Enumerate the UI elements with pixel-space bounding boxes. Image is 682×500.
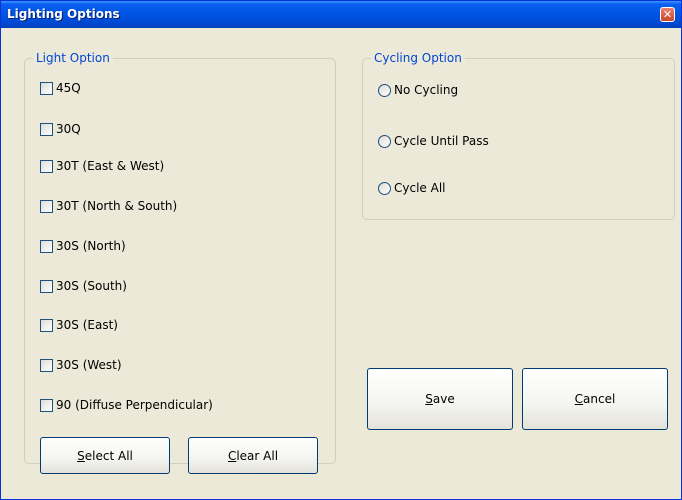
checkbox-30s-west[interactable]: 30S (West) — [40, 356, 122, 374]
checkbox-30s-north[interactable]: 30S (North) — [40, 237, 126, 255]
radio-button[interactable] — [378, 134, 391, 148]
checkbox-box[interactable] — [40, 358, 53, 372]
light-option-group: Light Option 45Q 30Q 30T (East & West) 3… — [24, 51, 336, 474]
checkbox-label: 30S (West) — [56, 358, 122, 372]
cycling-option-group: Cycling Option No Cycling Cycle Until Pa… — [362, 51, 675, 220]
checkbox-box[interactable] — [40, 279, 53, 293]
checkbox-30s-east[interactable]: 30S (East) — [40, 316, 118, 334]
save-button[interactable]: Save — [367, 368, 513, 430]
checkbox-90-diffuse-perpendicular[interactable]: 90 (Diffuse Perpendicular) — [40, 396, 213, 414]
clear-all-label: lear All — [236, 448, 279, 463]
checkbox-box[interactable] — [40, 239, 53, 253]
radio-no-cycling[interactable]: No Cycling — [378, 81, 458, 99]
checkbox-label: 90 (Diffuse Perpendicular) — [56, 398, 213, 412]
cancel-mnemonic: C — [574, 392, 584, 406]
checkbox-label: 30S (South) — [56, 279, 127, 293]
select-all-label: elect All — [84, 448, 133, 463]
radio-cycle-all[interactable]: Cycle All — [378, 179, 446, 197]
select-all-mnemonic: S — [77, 448, 85, 463]
clear-all-button[interactable]: Clear All — [188, 437, 318, 474]
close-button[interactable]: ✕ — [660, 7, 675, 22]
radio-label: Cycle All — [394, 181, 446, 195]
cancel-button[interactable]: Cancel — [522, 368, 668, 430]
checkbox-45q[interactable]: 45Q — [40, 79, 81, 97]
window-title: Lighting Options — [7, 7, 120, 21]
cycling-option-legend: Cycling Option — [371, 51, 465, 65]
checkbox-30t-east-west[interactable]: 30T (East & West) — [40, 157, 164, 175]
checkbox-label: 30S (North) — [56, 239, 126, 253]
checkbox-box[interactable] — [40, 122, 53, 136]
checkbox-box[interactable] — [40, 318, 53, 332]
checkbox-box[interactable] — [40, 199, 53, 213]
select-all-button[interactable]: Select All — [40, 437, 170, 474]
title-bar[interactable]: Lighting Options ✕ — [1, 1, 681, 28]
checkbox-label: 30S (East) — [56, 318, 118, 332]
checkbox-30q[interactable]: 30Q — [40, 120, 81, 138]
checkbox-box[interactable] — [40, 81, 53, 95]
checkbox-30s-south[interactable]: 30S (South) — [40, 277, 127, 295]
save-mnemonic: S — [425, 392, 433, 406]
radio-label: No Cycling — [394, 83, 459, 97]
radio-cycle-until-pass[interactable]: Cycle Until Pass — [378, 132, 489, 150]
radio-button[interactable] — [378, 83, 391, 97]
checkbox-box[interactable] — [40, 159, 53, 173]
checkbox-label: 30T (North & South) — [56, 199, 178, 213]
clear-all-mnemonic: C — [227, 448, 237, 463]
radio-label: Cycle Until Pass — [394, 134, 489, 148]
checkbox-box[interactable] — [40, 398, 53, 412]
cancel-label: ancel — [583, 392, 616, 406]
lighting-options-window: Lighting Options ✕ Light Option 45Q 30Q … — [0, 0, 682, 500]
checkbox-label: 45Q — [56, 81, 81, 95]
radio-button[interactable] — [378, 181, 391, 195]
light-option-legend: Light Option — [33, 51, 113, 65]
save-label: ave — [432, 392, 455, 406]
checkbox-label: 30T (East & West) — [56, 159, 165, 173]
checkbox-30t-north-south[interactable]: 30T (North & South) — [40, 197, 177, 215]
checkbox-label: 30Q — [56, 122, 81, 136]
close-icon: ✕ — [662, 8, 673, 21]
